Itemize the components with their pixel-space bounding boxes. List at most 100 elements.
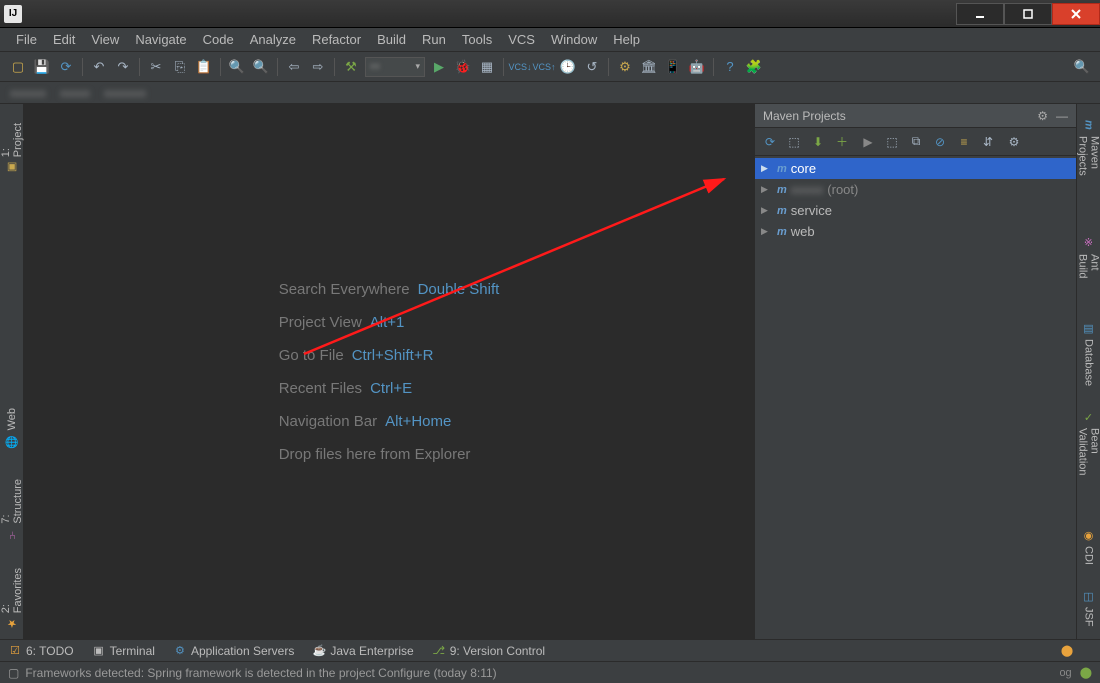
maven-toggle-offline-icon[interactable]: ⧉ — [905, 131, 927, 153]
sync-icon[interactable]: ⟳ — [55, 56, 77, 78]
maven-reimport-icon[interactable]: ⟳ — [759, 131, 781, 153]
menu-run[interactable]: Run — [414, 30, 454, 49]
tool-bean-validation[interactable]: ✓Bean Validation — [1077, 411, 1100, 505]
help-icon[interactable]: ? — [719, 56, 741, 78]
tool-application-servers[interactable]: ⚙Application Servers — [173, 644, 294, 658]
tool-maven-projects[interactable]: mMaven Projects — [1077, 118, 1100, 212]
back-icon[interactable]: ⇦ — [283, 56, 305, 78]
maven-collapse-icon[interactable]: ⇵ — [977, 131, 999, 153]
maven-settings-icon[interactable]: ⚙ — [1037, 109, 1048, 123]
status-message[interactable]: ▢ Frameworks detected: Spring framework … — [8, 666, 497, 680]
bottom-tool-stripe: ☑6: TODO ▣Terminal ⚙Application Servers … — [0, 639, 1100, 661]
make-icon[interactable]: ⚒ — [340, 56, 362, 78]
menu-window[interactable]: Window — [543, 30, 605, 49]
project-icon: ▣ — [5, 161, 19, 174]
tool-jsf[interactable]: ◫JSF — [1082, 589, 1096, 627]
open-icon[interactable]: ▢ — [7, 56, 29, 78]
vcs-commit-icon[interactable]: VCS↑ — [533, 56, 555, 78]
maven-skip-tests-icon[interactable]: ⊘ — [929, 131, 951, 153]
maven-execute-icon[interactable]: ⬚ — [881, 131, 903, 153]
menu-vcs[interactable]: VCS — [500, 30, 543, 49]
hint-go-to-file: Go to FileCtrl+Shift+R — [279, 347, 500, 364]
coverage-icon[interactable]: ▦ — [476, 56, 498, 78]
tool-database[interactable]: ▤Database — [1082, 321, 1096, 386]
forward-icon[interactable]: ⇨ — [307, 56, 329, 78]
maven-show-deps-icon[interactable]: ≡ — [953, 131, 975, 153]
copy-icon[interactable]: ⎘ — [169, 56, 191, 78]
menu-edit[interactable]: Edit — [45, 30, 83, 49]
paste-icon[interactable]: 📋 — [193, 56, 215, 78]
maven-add-icon[interactable]: ＋ — [831, 131, 853, 153]
maven-settings2-icon[interactable]: ⚙ — [1003, 131, 1025, 153]
cut-icon[interactable]: ✂ — [145, 56, 167, 78]
settings-icon[interactable]: ⚙ — [614, 56, 636, 78]
appserver-icon: ⚙ — [173, 644, 187, 658]
maven-panel-header: Maven Projects ⚙ ― — [755, 104, 1076, 128]
maven-module-core[interactable]: ▶ m core — [755, 158, 1076, 179]
tool-favorites[interactable]: ★2: Favorites — [0, 567, 24, 630]
undo-icon[interactable]: ↶ — [88, 56, 110, 78]
vcs-icon: ⎇ — [432, 644, 446, 658]
menu-help[interactable]: Help — [605, 30, 648, 49]
vcs-revert-icon[interactable]: ↺ — [581, 56, 603, 78]
ide-status-icon[interactable]: ⬤ — [1080, 666, 1092, 679]
menu-refactor[interactable]: Refactor — [304, 30, 369, 49]
maven-run-icon[interactable]: ▶ — [857, 131, 879, 153]
maven-generate-icon[interactable]: ⬚ — [783, 131, 805, 153]
android-icon[interactable]: 🤖 — [686, 56, 708, 78]
menu-tools[interactable]: Tools — [454, 30, 500, 49]
run-icon[interactable]: ▶ — [428, 56, 450, 78]
maven-module-root[interactable]: ▶ m xxxxx (root) — [755, 179, 1076, 200]
maven-download-icon[interactable]: ⬇ — [807, 131, 829, 153]
save-all-icon[interactable]: 💾 — [31, 56, 53, 78]
replace-icon[interactable]: 🔍 — [250, 56, 272, 78]
tool-web[interactable]: 🌐Web — [5, 408, 19, 448]
tool-structure[interactable]: ⑂7: Structure — [0, 477, 24, 540]
breadcrumb-item[interactable]: xxxxxxx — [104, 86, 146, 100]
window-maximize-button[interactable] — [1004, 3, 1052, 25]
window-minimize-button[interactable] — [956, 3, 1004, 25]
maven-module-service[interactable]: ▶ m service — [755, 200, 1076, 221]
database-icon: ▤ — [1082, 321, 1096, 335]
hint-recent-files: Recent FilesCtrl+E — [279, 380, 500, 397]
menu-build[interactable]: Build — [369, 30, 414, 49]
tool-ant-build[interactable]: ※Ant Build — [1077, 236, 1100, 298]
redo-icon[interactable]: ↷ — [112, 56, 134, 78]
plugin-icon[interactable]: 🧩 — [743, 56, 765, 78]
ide-notifications-icon[interactable]: ⬤ — [1060, 644, 1074, 658]
breadcrumb-item[interactable]: xxxxx — [60, 86, 90, 100]
menu-file[interactable]: File — [8, 30, 45, 49]
javaee-icon: ☕ — [312, 644, 326, 658]
window-close-button[interactable] — [1052, 3, 1100, 25]
menu-analyze[interactable]: Analyze — [242, 30, 304, 49]
web-icon: 🌐 — [5, 435, 19, 449]
tool-cdi[interactable]: ◉CDI — [1082, 528, 1096, 565]
todo-icon: ☑ — [8, 644, 22, 658]
vcs-history-icon[interactable]: 🕒 — [557, 56, 579, 78]
maven-module-web[interactable]: ▶ m web — [755, 221, 1076, 242]
right-tool-stripe: mMaven Projects ※Ant Build ▤Database ✓Be… — [1076, 104, 1100, 639]
tool-version-control[interactable]: ⎇9: Version Control — [432, 644, 545, 658]
run-config-select[interactable]: xx▾ — [365, 57, 425, 77]
menu-navigate[interactable]: Navigate — [127, 30, 194, 49]
search-everywhere-icon[interactable]: 🔍 — [1071, 56, 1093, 78]
sdk-icon[interactable]: 📱 — [662, 56, 684, 78]
hint-drop-files: Drop files here from Explorer — [279, 446, 500, 463]
tool-java-enterprise[interactable]: ☕Java Enterprise — [312, 644, 413, 658]
tool-project[interactable]: ▣1: Project — [0, 122, 24, 174]
maven-module-label: service — [791, 203, 832, 218]
empty-state-placeholder: Search EverywhereDouble Shift Project Vi… — [279, 281, 500, 463]
empty-editor-area[interactable]: Search EverywhereDouble Shift Project Vi… — [24, 104, 754, 639]
vcs-update-icon[interactable]: VCS↓ — [509, 56, 531, 78]
debug-icon[interactable]: 🐞 — [452, 56, 474, 78]
find-icon[interactable]: 🔍 — [226, 56, 248, 78]
menu-code[interactable]: Code — [195, 30, 242, 49]
project-structure-icon[interactable]: 🏛 — [638, 56, 660, 78]
expand-arrow-icon: ▶ — [761, 226, 773, 237]
tool-terminal[interactable]: ▣Terminal — [92, 644, 155, 658]
menu-view[interactable]: View — [83, 30, 127, 49]
structure-icon: ⑂ — [5, 528, 19, 540]
maven-hide-icon[interactable]: ― — [1056, 109, 1068, 123]
breadcrumb-item[interactable]: xxxxxx — [10, 86, 46, 100]
tool-todo[interactable]: ☑6: TODO — [8, 644, 74, 658]
